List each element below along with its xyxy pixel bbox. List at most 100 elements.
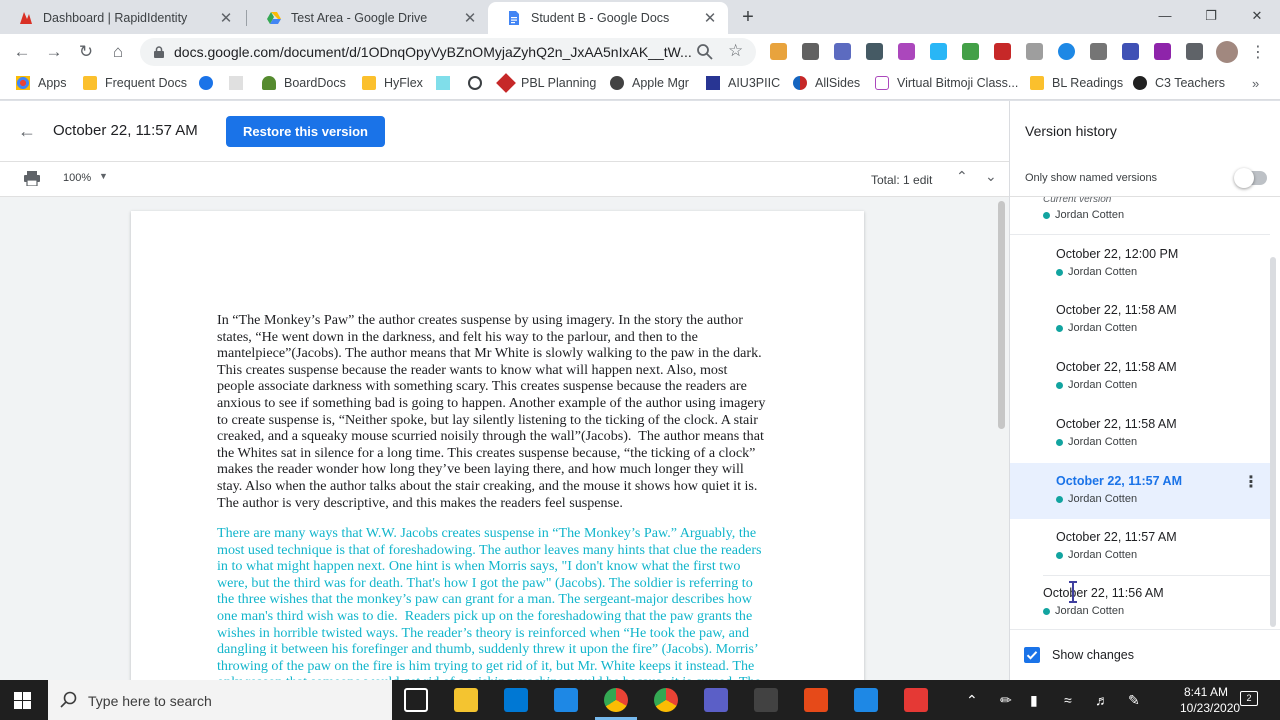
app-s-blue-icon[interactable]: [854, 688, 878, 712]
address-bar[interactable]: docs.google.com/document/d/1ODnqOpyVyBZn…: [140, 38, 756, 66]
print-icon[interactable]: [24, 171, 40, 187]
extension-icon[interactable]: [770, 43, 787, 60]
bookmark-site-icon: [1133, 76, 1147, 90]
version-item[interactable]: October 22, 11:56 AM Jordan Cotten: [1010, 576, 1270, 629]
chrome-icon[interactable]: [604, 688, 628, 712]
bookmark-icon-only[interactable]: [436, 76, 458, 90]
bookmark-icon-only[interactable]: [199, 76, 221, 90]
extension-icon[interactable]: [898, 43, 915, 60]
bookmark-virtual-bitmoji[interactable]: Virtual Bitmoji Class...: [875, 76, 1018, 90]
bookmark-allsides[interactable]: AllSides: [793, 76, 860, 90]
mail-icon[interactable]: [504, 688, 528, 712]
next-edit-icon[interactable]: ⌄: [985, 168, 997, 185]
zoom-icon[interactable]: [696, 43, 714, 61]
caret-down-icon[interactable]: ▼: [99, 171, 108, 181]
snipping-tool-icon[interactable]: [754, 688, 778, 712]
bookmark-star-icon[interactable]: ☆: [728, 41, 743, 61]
extension-icon[interactable]: [930, 43, 947, 60]
extension-icon[interactable]: [962, 43, 979, 60]
bookmark-aiu3piic[interactable]: AIU3PIIC: [706, 76, 780, 90]
version-item-selected[interactable]: October 22, 11:57 AM Jordan Cotten ⋮: [1010, 463, 1270, 519]
close-icon[interactable]: ✕: [462, 9, 478, 27]
version-date: October 22, 12:00 PM: [1056, 247, 1179, 261]
reload-button[interactable]: ↻: [74, 40, 98, 64]
version-item[interactable]: October 22, 12:00 PM Jordan Cotten: [1010, 235, 1270, 292]
version-title: October 22, 11:57 AM: [53, 122, 198, 139]
previous-edit-icon[interactable]: ⌃: [956, 168, 968, 185]
version-item[interactable]: October 22, 11:58 AM Jordan Cotten: [1010, 349, 1270, 406]
windows-start-icon[interactable]: [14, 692, 31, 709]
bookmark-c3-teachers[interactable]: C3 Teachers: [1133, 76, 1225, 90]
task-view-icon[interactable]: [404, 688, 428, 712]
close-window-button[interactable]: ✕: [1234, 4, 1280, 28]
system-clock[interactable]: 8:41 AM 10/23/2020: [1180, 684, 1240, 716]
bookmark-boarddocs[interactable]: BoardDocs: [262, 76, 346, 90]
divider: [1010, 629, 1280, 630]
bookmark-hyflex[interactable]: HyFlex: [362, 76, 423, 90]
restore-window-button[interactable]: ❐: [1188, 4, 1234, 28]
teams-icon[interactable]: [704, 688, 728, 712]
file-explorer-icon[interactable]: [454, 688, 478, 712]
version-item[interactable]: October 22, 11:57 AM Jordan Cotten: [1010, 519, 1270, 576]
bookmark-pbl-planning[interactable]: PBL Planning: [496, 73, 596, 93]
wifi-icon[interactable]: ≈: [1064, 692, 1072, 708]
volume-icon[interactable]: ♬: [1095, 692, 1109, 708]
extension-icon[interactable]: [866, 43, 883, 60]
bookmark-icon-only[interactable]: [229, 76, 251, 90]
show-changes-checkbox[interactable]: Show changes: [1024, 647, 1134, 663]
bookmark-frequent-docs[interactable]: Frequent Docs: [83, 76, 187, 90]
close-icon[interactable]: ✕: [702, 9, 718, 27]
minimize-button[interactable]: —: [1142, 4, 1188, 28]
extension-icon[interactable]: [834, 43, 851, 60]
version-item[interactable]: October 22, 11:58 AM Jordan Cotten: [1010, 292, 1270, 349]
back-arrow-icon[interactable]: ←: [18, 121, 36, 142]
home-button[interactable]: ⌂: [106, 40, 130, 64]
battery-icon[interactable]: ▮: [1030, 692, 1038, 709]
close-icon[interactable]: ✕: [218, 9, 234, 27]
app-s-orange-icon[interactable]: [804, 688, 828, 712]
pen-icon[interactable]: ✏: [1000, 692, 1012, 709]
bookmark-apps[interactable]: Apps: [16, 76, 67, 90]
bookmarks-bar: Apps Frequent Docs BoardDocs HyFlex PBL …: [0, 70, 1280, 100]
version-date: October 22, 11:58 AM: [1056, 360, 1177, 374]
chrome-icon[interactable]: [654, 688, 678, 712]
chevron-up-icon[interactable]: ⌃: [966, 692, 978, 709]
bookmark-apple-mgr[interactable]: Apple Mgr: [610, 76, 689, 90]
new-tab-button[interactable]: +: [736, 6, 760, 30]
extension-icon[interactable]: [802, 43, 819, 60]
puzzle-icon[interactable]: [1186, 43, 1203, 60]
version-item[interactable]: October 22, 11:58 AM Jordan Cotten: [1010, 406, 1270, 463]
back-button[interactable]: ←: [10, 40, 34, 64]
panel-scrollbar[interactable]: [1270, 257, 1276, 627]
ink-workspace-icon[interactable]: ✎: [1128, 692, 1140, 709]
version-item-current[interactable]: Current version Jordan Cotten: [1010, 197, 1270, 235]
extension-icon[interactable]: [1122, 43, 1139, 60]
extension-icon[interactable]: [1026, 43, 1043, 60]
tab-google-drive[interactable]: Test Area - Google Drive ✕: [248, 2, 488, 34]
taskbar-search-input[interactable]: Type here to search: [48, 680, 392, 720]
bookmarks-overflow-button[interactable]: »: [1252, 76, 1259, 91]
extension-icon[interactable]: [1154, 43, 1171, 60]
forward-button[interactable]: →: [42, 40, 66, 64]
zoom-select[interactable]: 100%: [63, 172, 91, 184]
notification-center-icon[interactable]: 2: [1240, 691, 1258, 706]
tab-google-docs[interactable]: Student B - Google Docs ✕: [488, 2, 728, 34]
author-dot-icon: [1056, 381, 1063, 389]
extension-icon[interactable]: [994, 43, 1011, 60]
text-line: stay. Also when the author talks about t…: [217, 477, 758, 494]
extension-icon[interactable]: [1058, 43, 1075, 60]
bookmark-icon-only[interactable]: [468, 76, 490, 90]
tab-rapididentity[interactable]: Dashboard | RapidIdentity ✕: [0, 2, 244, 34]
checkbox-checked-icon[interactable]: [1024, 647, 1040, 663]
more-actions-icon[interactable]: ⋮: [1243, 472, 1259, 492]
profile-avatar[interactable]: [1216, 41, 1238, 63]
extension-icon[interactable]: [1090, 43, 1107, 60]
browser-menu-icon[interactable]: ⋮: [1250, 42, 1266, 62]
document-scrollbar[interactable]: [998, 201, 1005, 429]
toggle-knob[interactable]: [1234, 168, 1254, 188]
author-name: Jordan Cotten: [1068, 549, 1138, 561]
bookmark-bl-readings[interactable]: BL Readings: [1030, 76, 1123, 90]
app-c-red-icon[interactable]: [904, 688, 928, 712]
restore-version-button[interactable]: Restore this version: [226, 116, 385, 147]
calendar-icon[interactable]: [554, 688, 578, 712]
